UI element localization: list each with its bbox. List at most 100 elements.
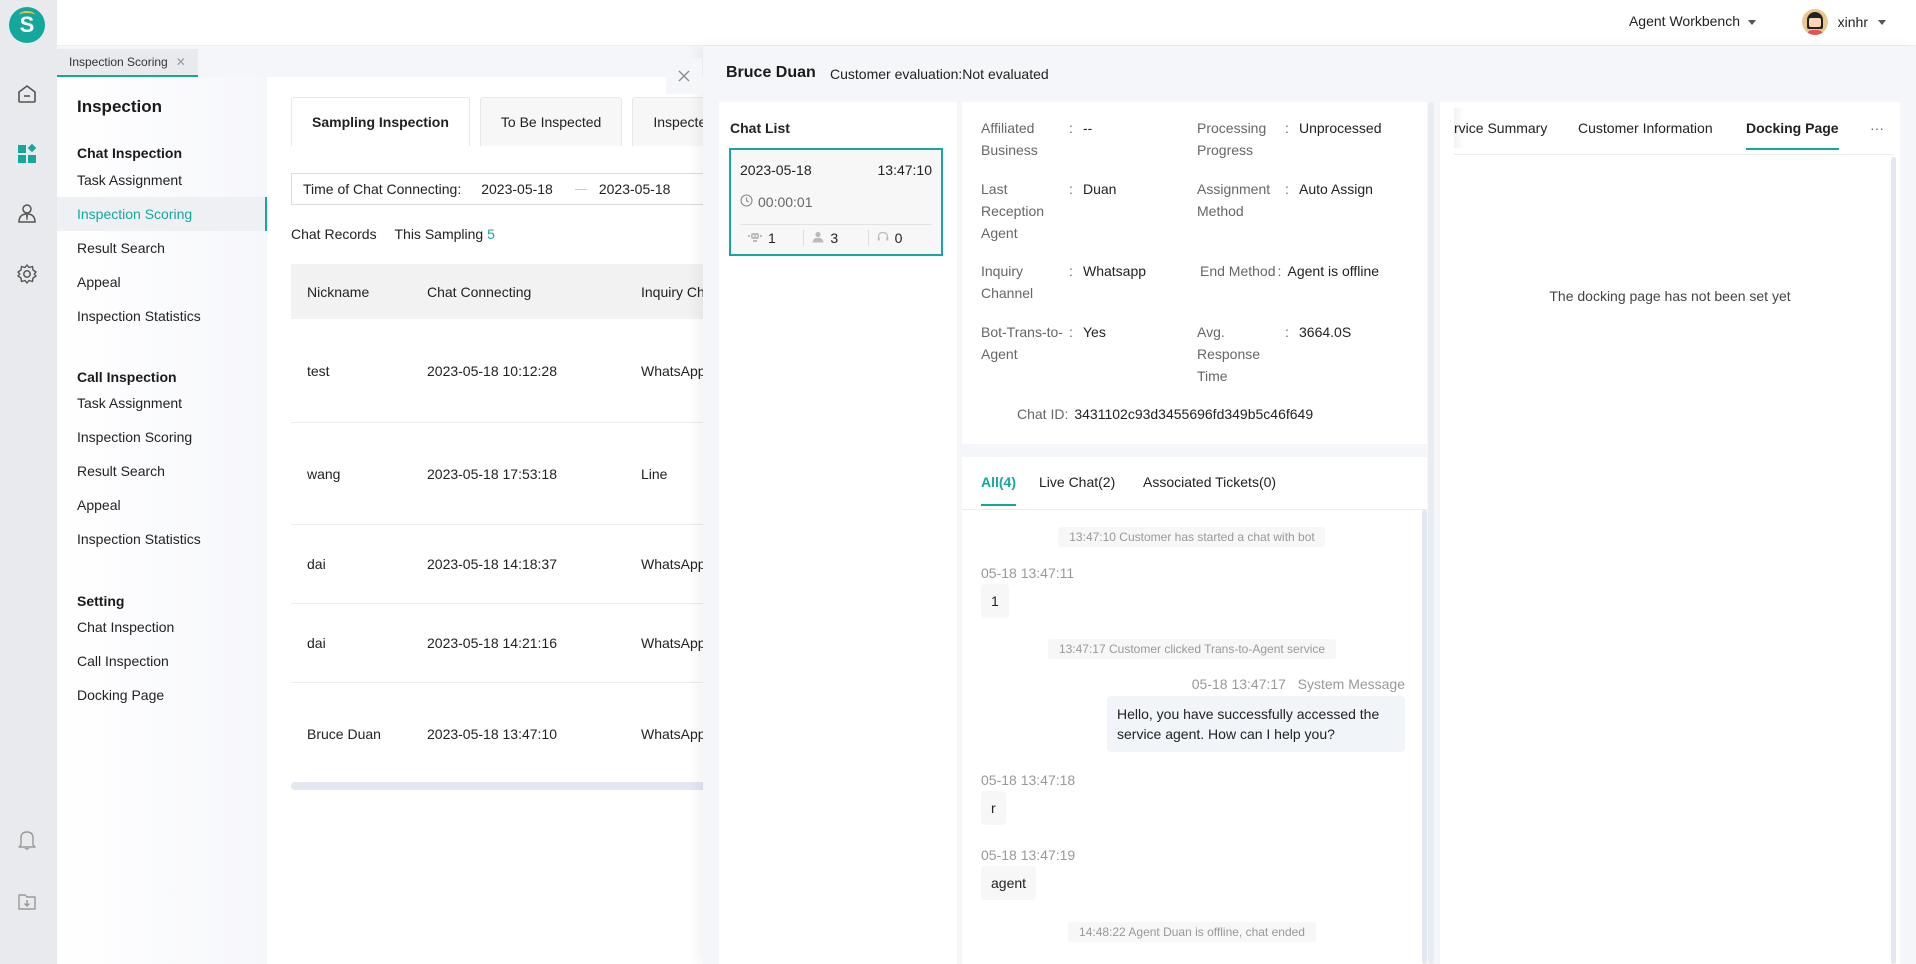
date-start-input[interactable]: 2023-05-18	[481, 181, 553, 197]
cell-nickname: wang	[307, 465, 341, 482]
table-horizontal-scrollbar[interactable]	[291, 782, 703, 790]
table-row[interactable]: Bruce Duan 2023-05-18 13:47:10 WhatsApp	[291, 683, 703, 784]
page-tab-inspection-scoring[interactable]: Inspection Scoring ✕	[57, 49, 198, 77]
system-note: 14:48:22 Agent Duan is offline, chat end…	[1068, 922, 1316, 942]
nav-item-call-result-search[interactable]: Result Search	[57, 454, 267, 488]
nav-item-call-task-assignment[interactable]: Task Assignment	[57, 386, 267, 420]
bell-icon[interactable]	[15, 828, 39, 852]
message-tabs: All(4) Live Chat(2) Associated Tickets(0…	[962, 457, 1427, 510]
cell-nickname: dai	[307, 635, 326, 651]
column-header-chat-connecting: Chat Connecting	[427, 283, 532, 300]
download-folder-icon[interactable]	[15, 890, 39, 914]
nav-item-chat-inspection-scoring[interactable]: Inspection Scoring	[57, 197, 267, 231]
info-label: Affiliated Business	[981, 120, 1038, 158]
info-label: Last Reception Agent	[981, 181, 1045, 241]
customer-count-value: 3	[830, 230, 839, 246]
customer-evaluation: Customer evaluation:Not evaluated	[830, 66, 1049, 82]
message-scrollbar[interactable]	[1422, 510, 1427, 964]
sampling-label: This Sampling	[394, 226, 484, 242]
cell-channel: WhatsApp	[641, 556, 703, 572]
tab-sampling-inspection[interactable]: Sampling Inspection	[291, 97, 470, 146]
message-time: 05-18 13:47:17	[1191, 676, 1286, 692]
agent-count-value: 0	[894, 230, 903, 246]
close-icon	[678, 66, 690, 87]
customer-message: agent	[981, 866, 1037, 900]
column-header-inquiry-channel: Inquiry Channel	[641, 283, 703, 300]
cell-nickname: test	[307, 362, 330, 379]
workbench-dropdown[interactable]: Agent Workbench	[1629, 13, 1756, 29]
system-note: 13:47:10 Customer has started a chat wit…	[1058, 527, 1326, 547]
nav-item-setting-call-inspection[interactable]: Call Inspection	[57, 644, 267, 678]
nav-item-chat-task-assignment[interactable]: Task Assignment	[57, 163, 267, 197]
side-panel-scrollbar[interactable]	[1891, 157, 1896, 964]
chat-counts: 1 3 0	[740, 230, 932, 246]
nav-item-chat-result-search[interactable]: Result Search	[57, 231, 267, 265]
nav-group-setting: Setting	[77, 593, 125, 609]
workbench-label: Agent Workbench	[1628, 13, 1740, 29]
cell-channel: Line	[641, 465, 668, 482]
agent-icon[interactable]	[15, 202, 39, 226]
tab-live-chat[interactable]: Live Chat(2)	[1039, 474, 1115, 490]
detail-scrollbar[interactable]	[1428, 102, 1434, 964]
info-colon: :	[1285, 324, 1289, 340]
tab-docking-page[interactable]: Docking Page	[1746, 120, 1839, 150]
customer-message: r	[981, 791, 1006, 825]
records-label: Chat Records	[291, 226, 377, 242]
table-row[interactable]: dai 2023-05-18 14:18:37 WhatsApp	[291, 525, 703, 604]
date-range-filter[interactable]: Time of Chat Connecting: 2023-05-18 2023…	[291, 173, 703, 205]
table-row[interactable]: test 2023-05-18 10:12:28 WhatsApp	[291, 319, 703, 423]
icon-rail: S	[0, 0, 57, 964]
chat-list-item[interactable]: 2023-05-18 13:47:10 00:00:01 1 3 0	[729, 148, 943, 256]
table-row[interactable]: wang 2023-05-18 17:53:18 Line	[291, 423, 703, 525]
message-timestamp: 05-18 13:47:11	[981, 565, 1075, 581]
nav-item-chat-inspection-statistics[interactable]: Inspection Statistics	[57, 299, 267, 333]
side-tabs: rvice Summary Customer Information Docki…	[1454, 102, 1894, 155]
info-colon: :	[1277, 263, 1282, 279]
user-menu[interactable]: xinhr	[1801, 9, 1886, 35]
info-avg-response-time: Avg. Response Time : 3664.0S	[1197, 321, 1422, 387]
info-processing-progress: Processing Progress : Unprocessed	[1197, 117, 1422, 161]
customer-message: 1	[981, 584, 1009, 618]
tab-customer-information[interactable]: Customer Information	[1578, 120, 1713, 136]
home-icon[interactable]	[15, 82, 39, 106]
message-panel: All(4) Live Chat(2) Associated Tickets(0…	[962, 457, 1427, 964]
message-sender: System Message	[1297, 676, 1405, 692]
more-tabs-icon[interactable]: ···	[1870, 120, 1884, 136]
chevron-down-icon	[1878, 19, 1886, 25]
nav-group-call-inspection: Call Inspection	[77, 369, 177, 385]
cell-connecting: 2023-05-18 13:47:10	[427, 725, 557, 742]
tab-associated-tickets[interactable]: Associated Tickets(0)	[1143, 474, 1276, 490]
nav-item-chat-appeal[interactable]: Appeal	[57, 265, 267, 299]
content-tabs: Sampling Inspection To Be Inspected Insp…	[291, 97, 703, 146]
info-colon: :	[1069, 324, 1073, 340]
table-row[interactable]: dai 2023-05-18 14:21:16 WhatsApp	[291, 604, 703, 683]
secondary-nav: Inspection Chat Inspection Task Assignme…	[57, 77, 267, 964]
info-label: Avg. Response Time	[1197, 324, 1261, 384]
info-value: Unprocessed	[1299, 120, 1382, 136]
close-icon[interactable]: ✕	[176, 55, 186, 69]
dashboard-icon[interactable]	[15, 142, 39, 166]
info-last-reception-agent: Last Reception Agent : Duan	[981, 178, 1201, 244]
tab-inspected[interactable]: Inspected	[632, 97, 703, 146]
nav-item-call-inspection-scoring[interactable]: Inspection Scoring	[57, 420, 267, 454]
info-value: 3664.0S	[1299, 324, 1352, 340]
tab-to-be-inspected[interactable]: To Be Inspected	[479, 97, 623, 146]
close-drawer-button[interactable]	[666, 58, 702, 94]
info-value: Yes	[1083, 324, 1106, 340]
cell-nickname: dai	[307, 556, 326, 572]
bot-count: 1	[740, 230, 803, 246]
tab-all[interactable]: All(4)	[981, 474, 1016, 506]
person-icon	[812, 230, 824, 246]
chat-id-value: 3431102c93d3455696fd349b5c46f649	[1074, 406, 1314, 422]
chat-duration: 00:00:01	[740, 194, 813, 210]
side-info-panel: rvice Summary Customer Information Docki…	[1440, 102, 1900, 964]
nav-item-setting-docking-page[interactable]: Docking Page	[57, 678, 267, 712]
tab-service-summary[interactable]: rvice Summary	[1454, 120, 1547, 136]
nav-item-call-inspection-statistics[interactable]: Inspection Statistics	[57, 522, 267, 556]
nav-item-setting-chat-inspection[interactable]: Chat Inspection	[57, 610, 267, 644]
settings-icon[interactable]	[15, 262, 39, 286]
date-end-input[interactable]: 2023-05-18	[599, 181, 671, 197]
info-label: Chat ID	[1017, 406, 1065, 422]
robot-icon	[748, 230, 762, 246]
nav-item-call-appeal[interactable]: Appeal	[57, 488, 267, 522]
